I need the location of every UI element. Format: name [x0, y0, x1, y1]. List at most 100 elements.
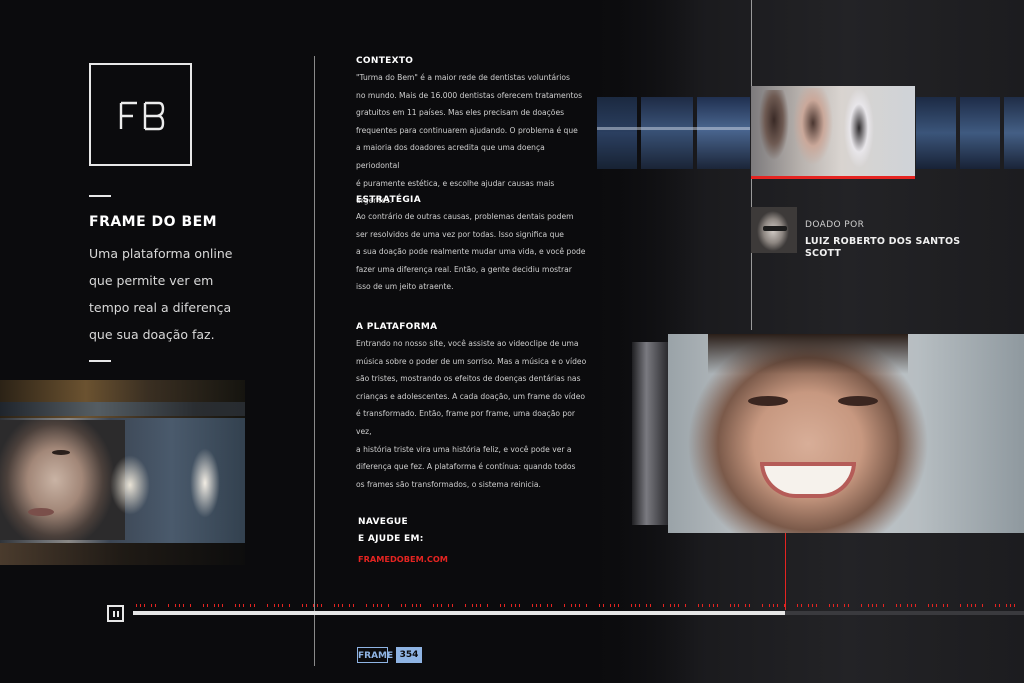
section-heading: A PLATAFORMA — [356, 322, 438, 332]
timeline-tick — [214, 604, 215, 607]
timeline-tick — [777, 604, 778, 607]
timeline-tick — [599, 604, 600, 607]
body-line: a sua doação pode realmente mudar uma vi… — [356, 247, 586, 257]
pause-icon — [113, 611, 115, 617]
body-line: gratuitos em 11 países. Mas eles precisa… — [356, 108, 565, 118]
section-body: Ao contrário de outras causas, problemas… — [356, 208, 588, 296]
cta-block: NAVEGUE E AJUDE EM: FRAMEDOBEM.COM — [358, 514, 448, 568]
donor-name-line: SCOTT — [805, 248, 842, 259]
timeline-tick — [936, 604, 937, 607]
timeline-tick — [480, 604, 481, 607]
timeline-tick — [603, 604, 604, 607]
timeline-tick — [420, 604, 421, 607]
timeline-tick — [801, 604, 802, 607]
timeline-tick — [235, 604, 236, 607]
body-line: Entrando no nosso site, você assiste ao … — [356, 339, 579, 348]
timeline-tick — [317, 604, 318, 607]
timeline-tick — [650, 604, 651, 607]
video-frame-sad[interactable] — [0, 380, 245, 565]
tagline-line: que sua doação faz. — [89, 327, 215, 342]
timeline-tick — [218, 604, 219, 607]
timeline-tick — [900, 604, 901, 607]
body-line: música sobre o poder de um sorriso. Mas … — [356, 356, 587, 366]
body-line: a maioria dos doadores acredita que uma … — [356, 143, 545, 170]
timeline-tick — [381, 604, 382, 607]
timeline-tick — [465, 604, 466, 607]
video-frame-happy[interactable] — [668, 334, 1024, 533]
body-line: Ao contrário de outras causas, problemas… — [356, 212, 574, 221]
timeline-tick — [915, 604, 916, 607]
timeline-tick — [749, 604, 750, 607]
timeline-tick — [982, 604, 983, 607]
pause-button[interactable] — [107, 605, 124, 622]
timeline-tick — [586, 604, 587, 607]
timeline-tick — [816, 604, 817, 607]
frame-label: FRAME — [357, 647, 393, 663]
timeline-tick — [995, 604, 996, 607]
timeline-tick — [282, 604, 283, 607]
donor-name-line: LUIZ ROBERTO DOS SANTOS — [805, 236, 961, 247]
timeline-tick — [579, 604, 580, 607]
timeline-tick — [678, 604, 679, 607]
timeline-tick — [349, 604, 350, 607]
timeline-tick — [540, 604, 541, 607]
timeline-tick — [837, 604, 838, 607]
timeline-tick — [635, 604, 636, 607]
section-heading: ESTRATÉGIA — [356, 195, 421, 205]
timeline-tick — [674, 604, 675, 607]
timeline-tick — [222, 604, 223, 607]
frame-strip-left — [597, 97, 750, 169]
timeline-tick — [373, 604, 374, 607]
timeline-tick — [1010, 604, 1011, 607]
timeline-tick — [511, 604, 512, 607]
timeline-tick — [437, 604, 438, 607]
cta-line: E AJUDE EM: — [358, 534, 424, 544]
timeline-tick — [911, 604, 912, 607]
timeline-tick — [769, 604, 770, 607]
section-heading: CONTEXTO — [356, 56, 414, 66]
timeline-tick — [155, 604, 156, 607]
timeline-tick — [975, 604, 976, 607]
body-line: crianças e adolescentes. A cada doação, … — [356, 391, 586, 401]
body-line: "Turma do Bem" é a maior rede de dentist… — [356, 73, 570, 82]
timeline-tick — [883, 604, 884, 607]
timeline-tick — [999, 604, 1000, 607]
timeline-tick — [1006, 604, 1007, 607]
timeline-tick — [313, 604, 314, 607]
timeline-tick — [738, 604, 739, 607]
timeline-tick — [532, 604, 533, 607]
timeline-tick — [928, 604, 929, 607]
timeline-track[interactable] — [133, 611, 1024, 615]
brand-title: FRAME DO BEM — [89, 214, 218, 230]
timeline-tick — [500, 604, 501, 607]
active-video-frame[interactable] — [751, 86, 915, 176]
timeline-tick — [366, 604, 367, 607]
timeline-tick — [947, 604, 948, 607]
timeline-tick — [861, 604, 862, 607]
fb-monogram-icon — [119, 101, 165, 131]
divider-top — [89, 195, 111, 197]
column-divider — [314, 56, 315, 666]
playhead-marker — [785, 530, 786, 610]
timeline-tick — [808, 604, 809, 607]
timeline-tick — [1014, 604, 1015, 607]
timeline-tick — [239, 604, 240, 607]
frame-number: 354 — [396, 647, 422, 663]
body-line: ser resolvidos de uma vez por todas. Iss… — [356, 229, 564, 239]
timeline-tick — [773, 604, 774, 607]
timeline-tick — [762, 604, 763, 607]
timeline-tick — [784, 604, 785, 607]
timeline-tick — [306, 604, 307, 607]
site-link[interactable]: FRAMEDOBEM.COM — [358, 554, 448, 564]
timeline-tick — [168, 604, 169, 607]
frame-strip-right — [916, 97, 1024, 169]
timeline-tick — [254, 604, 255, 607]
body-line: frequentes para continuarem ajudando. O … — [356, 125, 578, 135]
timeline-tick — [872, 604, 873, 607]
timeline-tick — [207, 604, 208, 607]
section-contexto: CONTEXTO "Turma do Bem" é a maior rede d… — [356, 56, 588, 210]
timeline-tick — [868, 604, 869, 607]
body-line: os frames são transformados, o sistema r… — [356, 479, 541, 489]
body-line: diferença que fez. A plataforma é contín… — [356, 462, 576, 472]
frame-do-bem-logo — [89, 63, 192, 166]
